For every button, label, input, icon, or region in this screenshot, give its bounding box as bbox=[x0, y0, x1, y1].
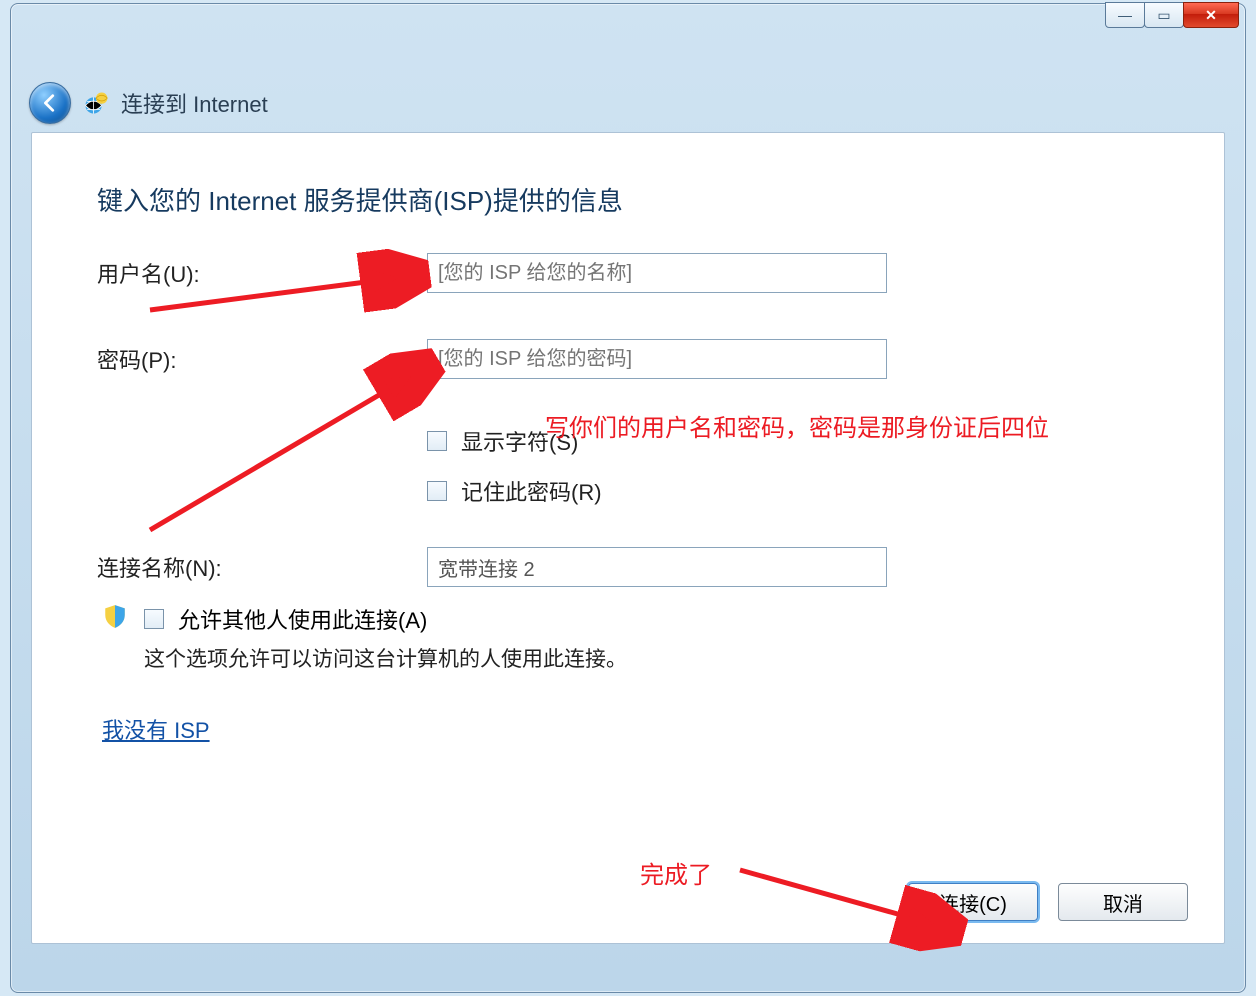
remember-password-checkbox[interactable] bbox=[427, 481, 447, 501]
window-controls: — ▭ ✕ bbox=[1106, 2, 1239, 28]
content-pane: 键入您的 Internet 服务提供商(ISP)提供的信息 用户名(U): 密码… bbox=[31, 132, 1225, 944]
network-globe-icon bbox=[83, 90, 109, 116]
no-isp-link[interactable]: 我没有 ISP bbox=[102, 713, 210, 745]
shield-icon bbox=[102, 603, 128, 629]
maximize-button[interactable]: ▭ bbox=[1144, 2, 1184, 28]
header: 连接到 Internet bbox=[29, 82, 268, 124]
cancel-button[interactable]: 取消 bbox=[1058, 883, 1188, 921]
allow-others-description: 这个选项允许可以访问这台计算机的人使用此连接。 bbox=[144, 643, 627, 673]
allow-others-checkbox[interactable] bbox=[144, 609, 164, 629]
page-heading: 键入您的 Internet 服务提供商(ISP)提供的信息 bbox=[97, 181, 623, 218]
connection-name-label: 连接名称(N): bbox=[97, 551, 427, 583]
wizard-window: — ▭ ✕ 连接到 Internet 键入您的 Internet 服务提供商(I… bbox=[10, 3, 1246, 993]
allow-others-section: 允许其他人使用此连接(A) 这个选项允许可以访问这台计算机的人使用此连接。 bbox=[102, 603, 627, 673]
show-characters-checkbox[interactable] bbox=[427, 431, 447, 451]
remember-password-label: 记住此密码(R) bbox=[461, 475, 602, 507]
window-title: 连接到 Internet bbox=[121, 87, 268, 119]
connect-button[interactable]: 连接(C) bbox=[908, 883, 1038, 921]
isp-form: 用户名(U): 密码(P): 显示字符(S) 记住此密码(R) 连接名称(N): bbox=[97, 253, 1184, 633]
arrow-left-icon bbox=[39, 92, 61, 114]
close-button[interactable]: ✕ bbox=[1183, 2, 1239, 28]
show-characters-label: 显示字符(S) bbox=[461, 425, 578, 457]
allow-others-label: 允许其他人使用此连接(A) bbox=[178, 603, 427, 635]
username-input[interactable] bbox=[427, 253, 887, 293]
connection-name-input[interactable] bbox=[427, 547, 887, 587]
back-button[interactable] bbox=[29, 82, 71, 124]
username-label: 用户名(U): bbox=[97, 257, 427, 289]
dialog-buttons: 连接(C) 取消 bbox=[908, 883, 1188, 921]
minimize-button[interactable]: — bbox=[1105, 2, 1145, 28]
password-label: 密码(P): bbox=[97, 343, 427, 375]
password-input[interactable] bbox=[427, 339, 887, 379]
